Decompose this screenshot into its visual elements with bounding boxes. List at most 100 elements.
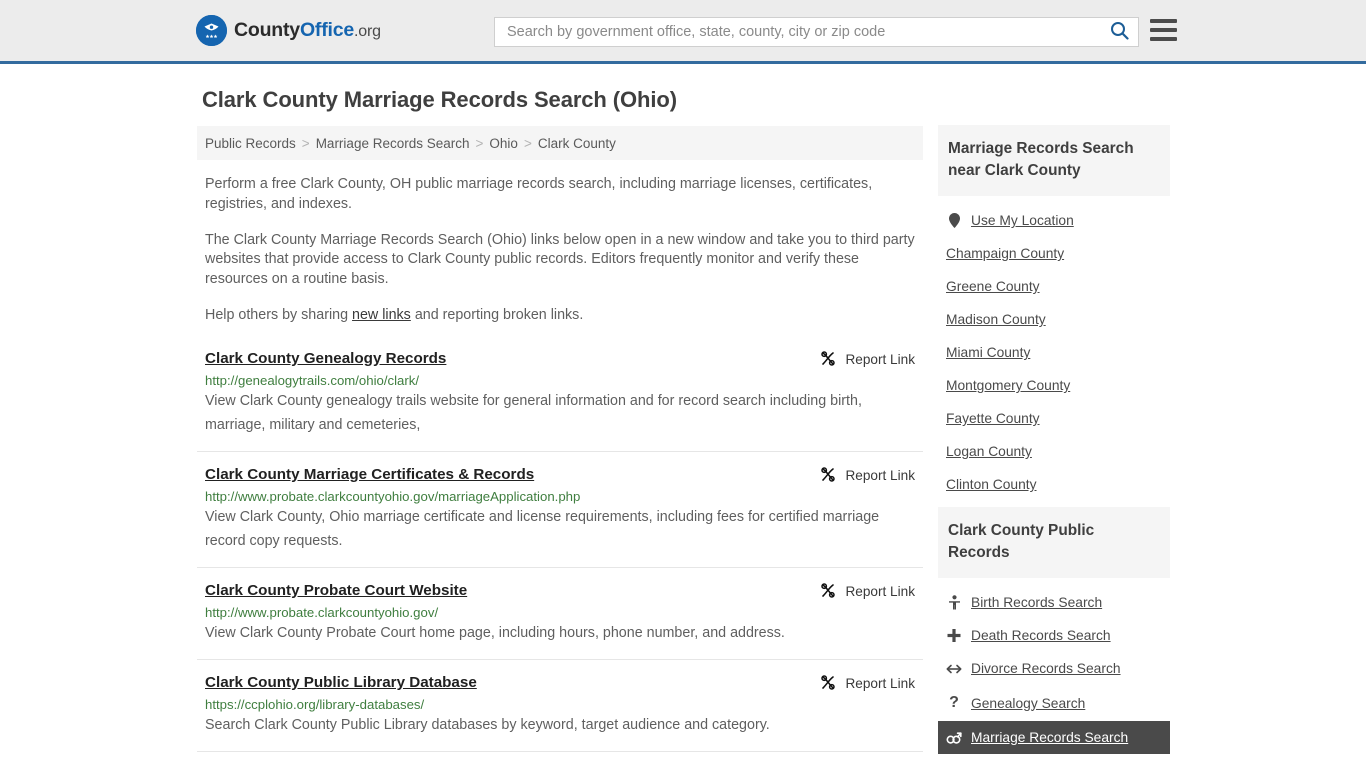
intro-paragraph-3: Help others by sharing new links and rep… — [205, 306, 915, 326]
breadcrumb: Public Records > Marriage Records Search… — [197, 126, 923, 160]
search-button[interactable] — [1100, 18, 1138, 46]
sidebar-item-label: Montgomery County — [946, 378, 1071, 393]
result-title-link[interactable]: Clark County Public Library Database — [205, 674, 477, 691]
public-records-panel: Clark County Public Records Birth Record… — [938, 507, 1170, 754]
result-item: Clark County Public Library Database Rep… — [197, 660, 923, 752]
hamburger-bar — [1150, 19, 1177, 23]
baby-icon — [946, 595, 962, 610]
result-item: Clark County Marriage Certificates & Rec… — [197, 452, 923, 568]
broken-link-icon — [820, 675, 836, 693]
results-list: Clark County Genealogy Records Report Li… — [197, 348, 923, 752]
report-link-button[interactable]: Report Link — [820, 582, 915, 601]
result-title-link[interactable]: Clark County Marriage Certificates & Rec… — [205, 466, 534, 483]
sidebar: Marriage Records Search near Clark Count… — [938, 125, 1170, 760]
left-right-arrow-icon — [946, 663, 962, 675]
result-description: View Clark County Probate Court home pag… — [205, 624, 785, 641]
result-title-link[interactable]: Clark County Probate Court Website — [205, 582, 467, 599]
result-item: Clark County Genealogy Records Report Li… — [197, 348, 923, 452]
public-records-panel-heading: Clark County Public Records — [938, 507, 1170, 578]
breadcrumb-item-public-records[interactable]: Public Records — [205, 136, 296, 151]
sidebar-item-label: Logan County — [946, 444, 1032, 459]
sidebar-item-logan-county[interactable]: Logan County — [938, 435, 1170, 468]
report-link-button[interactable]: Report Link — [820, 466, 915, 485]
site-header: CountyOffice.org — [0, 0, 1366, 64]
sidebar-item-death-records-search[interactable]: Death Records Search — [938, 619, 1170, 652]
breadcrumb-separator: > — [301, 135, 310, 151]
sidebar-item-divorce-records-search[interactable]: Divorce Records Search — [938, 652, 1170, 685]
question-mark-icon: ? — [949, 694, 959, 711]
report-link-label: Report Link — [845, 676, 915, 692]
result-header: Clark County Marriage Certificates & Rec… — [205, 466, 915, 485]
sidebar-item-label: Miami County — [946, 345, 1031, 360]
sidebar-item-label: Greene County — [946, 279, 1040, 294]
sidebar-item-label: Clinton County — [946, 477, 1037, 492]
sidebar-item-label: Fayette County — [946, 411, 1040, 426]
nearby-panel-list: Use My Location Champaign County Greene … — [938, 196, 1170, 501]
sidebar-item-genealogy-search[interactable]: ? Genealogy Search — [938, 685, 1170, 721]
hamburger-menu-icon[interactable] — [1150, 19, 1177, 41]
result-header: Clark County Genealogy Records Report Li… — [205, 350, 915, 369]
result-item: Clark County Probate Court Website Repor… — [197, 568, 923, 660]
hamburger-bar — [1150, 37, 1177, 41]
result-header: Clark County Probate Court Website Repor… — [205, 582, 915, 601]
hamburger-bar — [1150, 28, 1177, 32]
result-description: View Clark County, Ohio marriage certifi… — [205, 508, 880, 549]
male-female-icon — [946, 731, 962, 745]
result-title-link[interactable]: Clark County Genealogy Records — [205, 350, 446, 367]
sidebar-item-label: Divorce Records Search — [971, 661, 1121, 676]
sidebar-item-use-my-location[interactable]: Use My Location — [938, 204, 1170, 237]
breadcrumb-separator: > — [475, 135, 484, 151]
result-header: Clark County Public Library Database Rep… — [205, 674, 915, 693]
sidebar-item-label: Use My Location — [971, 213, 1074, 228]
intro-p3-before: Help others by sharing — [205, 306, 353, 323]
result-description: Search Clark County Public Library datab… — [205, 716, 770, 733]
sidebar-item-fayette-county[interactable]: Fayette County — [938, 402, 1170, 435]
result-url[interactable]: http://www.probate.clarkcountyohio.gov/m… — [205, 489, 915, 504]
result-description: View Clark County genealogy trails websi… — [205, 392, 862, 433]
sidebar-item-miami-county[interactable]: Miami County — [938, 336, 1170, 369]
public-records-panel-list: Birth Records Search Death Records Searc… — [938, 578, 1170, 754]
intro-paragraph-2: The Clark County Marriage Records Search… — [205, 231, 915, 288]
breadcrumb-item-clark-county: Clark County — [537, 135, 616, 151]
sidebar-item-birth-records-search[interactable]: Birth Records Search — [938, 586, 1170, 619]
logo-text-part1: County — [234, 19, 300, 41]
sidebar-item-madison-county[interactable]: Madison County — [938, 303, 1170, 336]
report-link-button[interactable]: Report Link — [820, 674, 915, 693]
report-link-label: Report Link — [845, 584, 915, 600]
sidebar-item-label: Genealogy Search — [971, 695, 1086, 711]
broken-link-icon — [820, 467, 836, 485]
sidebar-item-greene-county[interactable]: Greene County — [938, 270, 1170, 303]
report-link-button[interactable]: Report Link — [820, 350, 915, 369]
sidebar-item-champaign-county[interactable]: Champaign County — [938, 237, 1170, 270]
report-link-label: Report Link — [845, 352, 915, 368]
result-url[interactable]: http://www.probate.clarkcountyohio.gov/ — [205, 605, 915, 620]
broken-link-icon — [820, 583, 836, 601]
intro-p3-after: and reporting broken links. — [410, 306, 584, 323]
logo-text-part3: .org — [354, 23, 381, 40]
cross-icon — [946, 628, 962, 643]
intro-section: Perform a free Clark County, OH public m… — [197, 175, 923, 326]
eagle-seal-icon — [196, 15, 227, 46]
intro-paragraph-1: Perform a free Clark County, OH public m… — [205, 176, 873, 212]
breadcrumb-item-ohio[interactable]: Ohio — [489, 136, 518, 151]
nearby-panel-heading: Marriage Records Search near Clark Count… — [938, 125, 1170, 196]
main-content: Public Records > Marriage Records Search… — [197, 126, 923, 752]
report-link-label: Report Link — [845, 468, 915, 484]
search-input[interactable] — [495, 18, 1100, 46]
breadcrumb-separator: > — [523, 135, 532, 151]
search-bar[interactable] — [494, 17, 1139, 47]
site-logo[interactable]: CountyOffice.org — [196, 15, 381, 46]
logo-text: CountyOffice.org — [234, 19, 381, 42]
sidebar-item-label: Madison County — [946, 312, 1046, 327]
sidebar-item-marriage-records-search[interactable]: Marriage Records Search — [938, 721, 1170, 754]
result-url[interactable]: https://ccplohio.org/library-databases/ — [205, 697, 915, 712]
breadcrumb-item-marriage-records-search[interactable]: Marriage Records Search — [316, 136, 470, 151]
sidebar-item-label: Birth Records Search — [971, 595, 1103, 610]
sidebar-item-montgomery-county[interactable]: Montgomery County — [938, 369, 1170, 402]
sidebar-item-clinton-county[interactable]: Clinton County — [938, 468, 1170, 501]
page-title: Clark County Marriage Records Search (Oh… — [202, 87, 677, 112]
sidebar-item-label: Death Records Search — [971, 628, 1111, 643]
new-links-link[interactable]: new links — [352, 307, 411, 323]
result-url[interactable]: http://genealogytrails.com/ohio/clark/ — [205, 373, 915, 388]
logo-text-part2: Office — [299, 19, 355, 41]
